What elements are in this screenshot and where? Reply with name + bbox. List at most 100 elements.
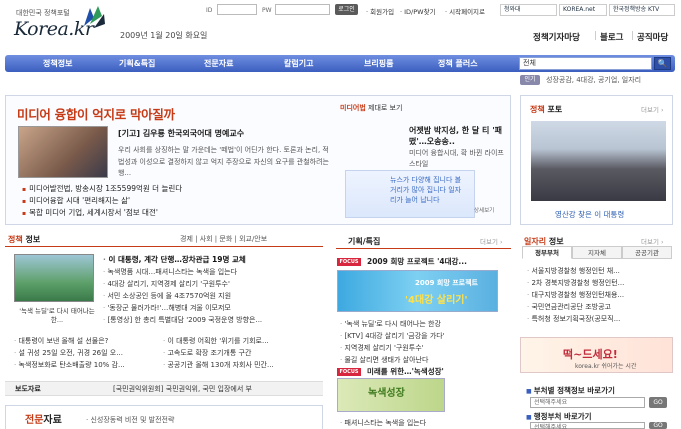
signup-link[interactable]: · 회원가입 xyxy=(366,6,394,16)
list-item[interactable]: 이 대통령, 계각 단행…장차관급 19명 교체 xyxy=(103,254,245,265)
photo-more-link[interactable]: 더보기 › xyxy=(641,104,664,114)
list-item[interactable]: · 신성장동력 비전 및 발전전략 xyxy=(86,415,174,425)
service-official[interactable]: 공직마당 xyxy=(637,31,668,43)
login-button[interactable]: 로그인 xyxy=(335,4,358,15)
planning-more-link[interactable]: 더보기 › xyxy=(480,236,503,246)
title-red: 일자리 xyxy=(524,237,547,246)
list-item[interactable]: 녹색명품 시대…패셔니스타는 녹색을 입는다 xyxy=(103,267,237,277)
photo-title: 정책 포토 xyxy=(530,104,562,115)
planning-title: 기획/특집 xyxy=(348,237,381,246)
start-page-link[interactable]: · 시작페이지로 xyxy=(445,6,485,16)
list-item[interactable]: '동장군 물러가라!'…해병대 겨울 이모저모 xyxy=(103,303,230,313)
pw-label: PW xyxy=(262,7,272,14)
banner-text: '4대강 살리기' xyxy=(405,295,468,306)
list-item[interactable]: [통영상] 한 총리 특별대담 '2009 국정운영 방향은... xyxy=(103,315,262,325)
list-item[interactable]: 공공기관 올해 130개 자회사 민간... xyxy=(163,360,273,370)
nav-briefing[interactable]: 브리핑룸 xyxy=(364,58,393,69)
list-item[interactable]: 서민 소상공인 등에 올 4조7570억원 지원 xyxy=(103,291,231,301)
headline-link[interactable]: 미디어발전법, 방송시장 1조5599억원 더 늘린다 xyxy=(22,183,182,194)
popular-badge: 인기 xyxy=(520,75,540,85)
list-item[interactable]: [KTV] 4대강 살리기 '금강을 가다' xyxy=(340,331,444,341)
media-title[interactable]: 어젯밤 박지성, 한 달 티 '패떴'…오송송.. xyxy=(409,125,504,147)
search-button[interactable]: 🔍 xyxy=(654,57,671,70)
title-rest: 자료 xyxy=(43,415,62,426)
go-button[interactable]: GO xyxy=(649,422,667,429)
ministry-policy-select[interactable]: 선택해주세요 xyxy=(530,397,645,408)
list-item[interactable]: 고속도로 확장 조기개통 구간 xyxy=(163,348,251,358)
banner-text: 2009 희망 프로젝트 xyxy=(415,279,478,287)
partner-ktv[interactable]: 한국정책방송 KTV xyxy=(609,4,675,16)
partner-label: KOREA.net xyxy=(563,6,596,13)
divider: | xyxy=(594,31,597,41)
id-input[interactable] xyxy=(217,4,257,15)
list-item[interactable]: 2차 경북지방경찰청 행정인턴... xyxy=(527,278,624,288)
search-scope: 전체 xyxy=(523,59,536,67)
list-item[interactable]: 대구지방경찰청 행정인턴채용... xyxy=(527,290,624,300)
list-item[interactable]: 지역경제 살리기 '구원투수' xyxy=(340,343,423,353)
service-reporter[interactable]: 정책기자마당 xyxy=(533,31,580,43)
tab-ministry[interactable]: 정부부처 xyxy=(522,246,572,259)
pw-input[interactable] xyxy=(275,4,330,15)
list-item[interactable]: 서울지방경찰청 행정인턴 채... xyxy=(527,266,619,276)
press-release-label[interactable]: 보도자료 xyxy=(15,384,41,394)
list-item[interactable]: 이 대통령 어획한 '위기를 기회로... xyxy=(163,336,268,346)
headline-photo[interactable] xyxy=(18,126,108,178)
list-item[interactable]: 특허청 정보기획국장(공모직... xyxy=(527,314,620,324)
divider xyxy=(336,248,511,249)
title-rest: 정보 xyxy=(548,237,564,246)
divider: | xyxy=(631,31,634,41)
headline-subtitle[interactable]: [기고] 김우룡 한국외국어대 명예교수 xyxy=(118,128,244,139)
list-item[interactable]: 물길 살리면 생태가 살아난다 xyxy=(340,355,428,365)
search-input[interactable]: 전체 xyxy=(519,57,652,70)
photo-title-rest: 포토 xyxy=(547,105,563,114)
media-law-tab[interactable]: 미디어법 제대로 보기 xyxy=(340,103,402,113)
ministry-select[interactable]: 선택해주세요 xyxy=(530,422,645,429)
nav-column[interactable]: 칼럼기고 xyxy=(284,58,313,69)
list-item[interactable]: 패셔니스타는 녹색을 입는다 xyxy=(340,418,426,428)
policy-info-title: 정책 정보 xyxy=(8,234,40,245)
service-blog[interactable]: 블로그 xyxy=(600,31,623,43)
photo-title-red: 정책 xyxy=(530,105,545,114)
list-item[interactable]: 녹색정보화로 탄소배출량 10% 감... xyxy=(14,360,124,370)
go-button[interactable]: GO xyxy=(649,397,667,408)
headline-link[interactable]: 복합 미디어 기업, 세계시장서 '점보 대전' xyxy=(22,207,158,218)
list-item[interactable]: 설 귀성 25일 오전, 귀경 26일 오... xyxy=(14,348,122,358)
logo-mark-icon xyxy=(84,6,105,28)
policy-info-tabs[interactable]: 경제 | 사회 | 문화 | 외교/안보 xyxy=(180,234,267,244)
press-release-item[interactable]: [국민권익위원회] 국민권익위, 국민 입장에서 부 xyxy=(113,384,252,394)
focus-headline[interactable]: 2009 희망 프로젝트 '4대강... xyxy=(367,256,467,267)
jobs-more-link[interactable]: 더보기 › xyxy=(641,236,664,246)
policy-info-photo[interactable] xyxy=(14,254,94,302)
list-item[interactable]: 국민연금관리공단 조방공고 xyxy=(527,302,611,312)
list-item[interactable]: '녹색 뉴딜'로 다시 태어나는 한강 xyxy=(340,319,440,329)
ministry-policy-label: 부처별 정책정보 바로가기 xyxy=(526,385,615,396)
find-id-link[interactable]: · ID/PW찾기 xyxy=(400,6,436,16)
tab-local-gov[interactable]: 지자체 xyxy=(572,246,622,259)
nav-expert[interactable]: 전문자료 xyxy=(204,58,233,69)
focus-badge: FOCUS xyxy=(337,258,361,266)
detail-link[interactable]: 상세보기 xyxy=(474,206,494,214)
nav-policy-info[interactable]: 정책정보 xyxy=(43,58,72,69)
popular-keywords[interactable]: 성장공감, 4대강, 공기업, 일자리 xyxy=(546,75,641,85)
partner-koreanet[interactable]: KOREA.net xyxy=(559,4,607,16)
focus-badge: FOCUS xyxy=(337,368,361,376)
focus-headline[interactable]: 미래를 위한…'녹색성장' xyxy=(367,366,444,377)
id-label: ID xyxy=(206,7,213,14)
headline-title[interactable]: 미디어 융합이 억지로 막아질까 xyxy=(17,104,175,123)
title-red: 전문 xyxy=(25,415,44,426)
policy-info-photo-caption[interactable]: '녹색 뉴딜'로 다시 태어나는 한... xyxy=(17,307,97,325)
ministry-label: 행정부처 바로가기 xyxy=(526,411,592,422)
partner-cheongwadae[interactable]: 청와대 xyxy=(500,4,557,16)
list-item[interactable]: 대통령이 보낸 올해 설 선물은? xyxy=(14,336,108,346)
nav-special[interactable]: 기획&특집 xyxy=(119,58,155,69)
media-subtitle: 미디어 융합시대, 확 바뀐 라이프 스타일 xyxy=(409,149,504,168)
list-item[interactable]: 4대강 살리기, 지역경제 살리기 '구원투수' xyxy=(103,279,229,289)
title-rest: 정보 xyxy=(25,235,41,244)
policy-photo[interactable] xyxy=(531,121,666,201)
headline-link[interactable]: 미디어융합 시대 '편리해지는 삶' xyxy=(22,195,130,206)
nav-policy-plus[interactable]: 정책 플러스 xyxy=(438,58,478,69)
tab-public-org[interactable]: 공공기관 xyxy=(622,246,672,259)
photo-caption[interactable]: 영산강 찾은 이 대통령 xyxy=(555,209,624,220)
media-tab-rest: 제대로 보기 xyxy=(368,104,403,112)
media-tab-label: 미디어법 xyxy=(340,104,366,112)
